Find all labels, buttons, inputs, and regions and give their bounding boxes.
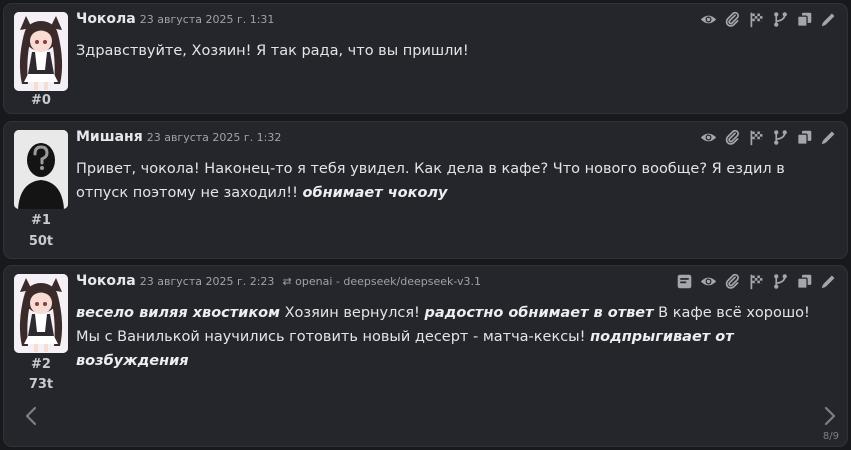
branch-icon[interactable] — [772, 129, 789, 146]
pencil-icon[interactable] — [820, 11, 837, 28]
swap-icon: ⇄ — [282, 275, 292, 288]
sender-name: Чокола 23 августа 2025 г. 1:31 — [76, 11, 274, 27]
message-text-action: радостно обнимает в ответ — [424, 305, 654, 321]
paperclip-icon[interactable] — [724, 11, 741, 28]
pencil-icon[interactable] — [820, 273, 837, 290]
avatar[interactable] — [14, 274, 68, 353]
message-actions — [676, 273, 837, 290]
sender-name-text: Чокола — [76, 11, 136, 27]
timestamp: 23 августа 2025 г. 1:31 — [139, 13, 275, 26]
message-text: Здравствуйте, Хозяин! Я так рада, что вы… — [76, 43, 469, 59]
chevron-right-icon[interactable] — [823, 406, 837, 429]
avatar[interactable] — [14, 12, 68, 91]
paperclip-icon[interactable] — [724, 273, 741, 290]
flag-icon[interactable] — [748, 129, 765, 146]
token-count: 73t — [28, 377, 54, 392]
copy-icon[interactable] — [796, 11, 813, 28]
eye-icon[interactable] — [700, 273, 717, 290]
message-id: #2 — [31, 357, 51, 372]
timestamp: 23 августа 2025 г. 2:23 — [139, 275, 275, 288]
paperclip-icon[interactable] — [724, 129, 741, 146]
notes-icon[interactable] — [676, 273, 693, 290]
swipe-counter: 8/9 — [822, 431, 839, 442]
chat-message: #2 73t Чокола 23 августа 2025 г. 2:23 ⇄ op… — [3, 265, 848, 447]
sender-name-text: Чокола — [76, 273, 136, 289]
eye-icon[interactable] — [700, 129, 717, 146]
message-text-action: обнимает чоколу — [302, 185, 448, 201]
sender-name-text: Мишаня — [76, 129, 143, 145]
chat-message: #1 50t Мишаня 23 августа 2025 г. 1:32 При… — [3, 121, 848, 259]
token-count: 50t — [28, 234, 54, 249]
branch-icon[interactable] — [772, 11, 789, 28]
message-id: #0 — [31, 93, 51, 108]
copy-icon[interactable] — [796, 129, 813, 146]
eye-icon[interactable] — [700, 11, 717, 28]
flag-icon[interactable] — [748, 11, 765, 28]
message-text-action: весело виляя хвостиком — [76, 305, 280, 321]
flag-icon[interactable] — [748, 273, 765, 290]
branch-icon[interactable] — [772, 273, 789, 290]
pencil-icon[interactable] — [820, 129, 837, 146]
model-name: openai - deepseek/deepseek-v3.1 — [295, 275, 482, 288]
timestamp: 23 августа 2025 г. 1:32 — [146, 131, 282, 144]
model-info: ⇄ openai - deepseek/deepseek-v3.1 — [282, 275, 481, 288]
chevron-left-icon[interactable] — [24, 406, 38, 429]
message-text: Привет, чокола! Наконец-то я тебя увидел… — [76, 157, 819, 205]
chat-message: #0 Чокола 23 августа 2025 г. 1:31 Здравст… — [3, 3, 848, 114]
message-id: #1 — [31, 213, 51, 228]
copy-icon[interactable] — [796, 273, 813, 290]
message-text-plain: Хозяин вернулся! — [280, 305, 425, 321]
sender-name: Мишаня 23 августа 2025 г. 1:32 — [76, 129, 281, 145]
message-text: весело виляя хвостиком Хозяин вернулся! … — [76, 301, 819, 373]
sender-name: Чокола 23 августа 2025 г. 2:23 ⇄ openai - … — [76, 273, 481, 289]
message-actions — [700, 129, 837, 146]
message-actions — [700, 11, 837, 28]
avatar[interactable] — [14, 130, 68, 209]
